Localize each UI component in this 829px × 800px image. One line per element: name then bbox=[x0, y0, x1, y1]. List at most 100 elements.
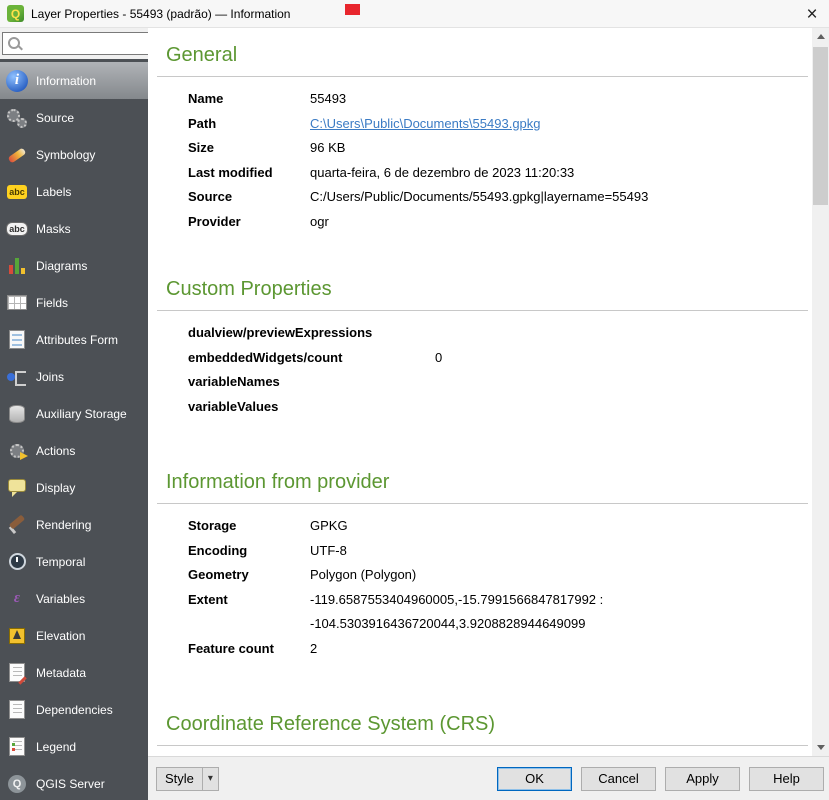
row-value: quarta-feira, 6 de dezembro de 2023 11:2… bbox=[310, 161, 574, 186]
sidebar-item-label: QGIS Server bbox=[36, 777, 105, 791]
sidebar-item-label: Attributes Form bbox=[36, 333, 118, 347]
row-label: Storage bbox=[188, 514, 310, 539]
information-panel: General Name 55493 Path C:\Users\Public\… bbox=[148, 28, 812, 756]
row-geometry: Geometry Polygon (Polygon) bbox=[188, 563, 812, 588]
row-label: Encoding bbox=[188, 539, 310, 564]
sidebar-item-qgis-server[interactable]: QGIS Server bbox=[0, 765, 148, 800]
sidebar-item-variables[interactable]: Variables bbox=[0, 580, 148, 617]
divider bbox=[157, 745, 808, 746]
apply-button[interactable]: Apply bbox=[665, 767, 740, 791]
window-title: Layer Properties - 55493 (padrão) — Info… bbox=[31, 7, 290, 21]
scrollbar-thumb[interactable] bbox=[813, 47, 828, 205]
close-button[interactable] bbox=[795, 0, 829, 28]
provider-rows: Storage GPKG Encoding UTF-8 Geometry Pol… bbox=[188, 514, 812, 661]
path-link[interactable]: C:\Users\Public\Documents\55493.gpkg bbox=[310, 112, 541, 137]
joins-icon bbox=[5, 365, 29, 389]
divider bbox=[157, 310, 808, 311]
attributes-form-icon bbox=[5, 328, 29, 352]
sidebar-item-information[interactable]: Information bbox=[0, 62, 148, 99]
sidebar-item-label: Temporal bbox=[36, 555, 85, 569]
metadata-icon bbox=[5, 661, 29, 685]
sidebar-item-dependencies[interactable]: Dependencies bbox=[0, 691, 148, 728]
sidebar-item-attributes-form[interactable]: Attributes Form bbox=[0, 321, 148, 358]
sidebar-item-temporal[interactable]: Temporal bbox=[0, 543, 148, 580]
sidebar-search-input[interactable] bbox=[22, 32, 148, 55]
scroll-up-arrow-icon[interactable] bbox=[812, 28, 829, 45]
sidebar-item-diagrams[interactable]: Diagrams bbox=[0, 247, 148, 284]
fields-icon bbox=[5, 291, 29, 315]
help-button[interactable]: Help bbox=[749, 767, 824, 791]
sidebar-item-label: Dependencies bbox=[36, 703, 113, 717]
row-encoding: Encoding UTF-8 bbox=[188, 539, 812, 564]
row-variable-values: variableValues bbox=[188, 395, 812, 420]
row-label: variableNames bbox=[188, 370, 435, 395]
sidebar-item-fields[interactable]: Fields bbox=[0, 284, 148, 321]
sidebar-item-labels[interactable]: Labels bbox=[0, 173, 148, 210]
sidebar-item-elevation[interactable]: Elevation bbox=[0, 617, 148, 654]
sidebar-item-label: Display bbox=[36, 481, 75, 495]
sidebar-item-source[interactable]: Source bbox=[0, 99, 148, 136]
sidebar-item-rendering[interactable]: Rendering bbox=[0, 506, 148, 543]
section-title-provider-info: Information from provider bbox=[166, 471, 812, 494]
sidebar-item-label: Fields bbox=[36, 296, 68, 310]
row-value: -119.6587553404960005,-15.79915668478179… bbox=[310, 588, 603, 637]
row-label: Feature count bbox=[188, 637, 310, 662]
row-value: C:/Users/Public/Documents/55493.gpkg|lay… bbox=[310, 185, 648, 210]
row-label: Size bbox=[188, 136, 310, 161]
divider bbox=[157, 76, 808, 77]
row-extent: Extent -119.6587553404960005,-15.7991566… bbox=[188, 588, 812, 637]
sidebar-item-joins[interactable]: Joins bbox=[0, 358, 148, 395]
row-label: Last modified bbox=[188, 161, 310, 186]
symbology-icon bbox=[5, 143, 29, 167]
sidebar-item-label: Source bbox=[36, 111, 74, 125]
sidebar-item-display[interactable]: Display bbox=[0, 469, 148, 506]
row-label: dualview/previewExpressions bbox=[188, 321, 435, 346]
title-bar: Q Layer Properties - 55493 (padrão) — In… bbox=[0, 0, 829, 28]
diagrams-icon bbox=[5, 254, 29, 278]
sidebar-item-actions[interactable]: Actions bbox=[0, 432, 148, 469]
layer-properties-dialog: { "window": { "title": "Layer Properties… bbox=[0, 0, 829, 800]
sidebar-item-label: Auxiliary Storage bbox=[36, 407, 127, 421]
sidebar-item-symbology[interactable]: Symbology bbox=[0, 136, 148, 173]
row-embedded-widgets: embeddedWidgets/count 0 bbox=[188, 346, 812, 371]
row-name: Name 55493 bbox=[188, 87, 812, 112]
sidebar-item-label: Elevation bbox=[36, 629, 85, 643]
row-label: Path bbox=[188, 112, 310, 137]
sidebar-item-label: Masks bbox=[36, 222, 71, 236]
row-label: Source bbox=[188, 185, 310, 210]
variables-icon bbox=[5, 587, 29, 611]
vertical-scrollbar[interactable] bbox=[812, 28, 829, 756]
sidebar-item-masks[interactable]: Masks bbox=[0, 210, 148, 247]
sidebar-item-label: Information bbox=[36, 74, 96, 88]
sidebar-item-metadata[interactable]: Metadata bbox=[0, 654, 148, 691]
qgis-icon: Q bbox=[7, 5, 24, 22]
section-title-general: General bbox=[166, 44, 812, 67]
divider bbox=[157, 503, 808, 504]
cancel-button[interactable]: Cancel bbox=[581, 767, 656, 791]
elevation-icon bbox=[5, 624, 29, 648]
sidebar-item-label: Rendering bbox=[36, 518, 91, 532]
row-value: GPKG bbox=[310, 514, 348, 539]
sidebar-item-label: Actions bbox=[36, 444, 75, 458]
sidebar-search-wrap bbox=[0, 28, 148, 59]
row-source: Source C:/Users/Public/Documents/55493.g… bbox=[188, 185, 812, 210]
row-label: Provider bbox=[188, 210, 310, 235]
section-custom-properties: Custom Properties dualview/previewExpres… bbox=[148, 278, 812, 419]
row-value: 2 bbox=[310, 637, 317, 662]
sidebar-item-auxiliary-storage[interactable]: Auxiliary Storage bbox=[0, 395, 148, 432]
sidebar-item-label: Labels bbox=[36, 185, 71, 199]
row-size: Size 96 KB bbox=[188, 136, 812, 161]
row-feature-count: Feature count 2 bbox=[188, 637, 812, 662]
dropdown-caret-icon[interactable] bbox=[203, 773, 218, 784]
row-value: 96 KB bbox=[310, 136, 345, 161]
source-icon bbox=[5, 106, 29, 130]
sidebar-item-legend[interactable]: Legend bbox=[0, 728, 148, 765]
row-value: UTF-8 bbox=[310, 539, 347, 564]
row-variable-names: variableNames bbox=[188, 370, 812, 395]
row-label: Name bbox=[188, 87, 310, 112]
scroll-down-arrow-icon[interactable] bbox=[812, 739, 829, 756]
ok-button[interactable]: OK bbox=[497, 767, 572, 791]
section-provider-info: Information from provider Storage GPKG E… bbox=[148, 471, 812, 661]
style-button[interactable]: Style bbox=[156, 767, 219, 791]
sidebar-item-label: Diagrams bbox=[36, 259, 87, 273]
